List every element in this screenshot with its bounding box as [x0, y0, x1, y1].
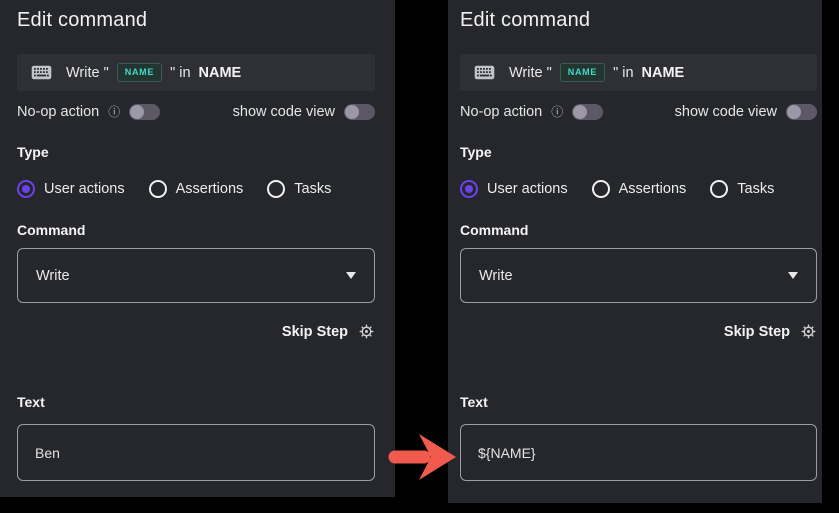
preview-target: NAME [199, 65, 242, 81]
info-icon: ⓘ [551, 106, 563, 118]
chevron-down-icon [346, 272, 356, 279]
type-radio-group: User actions Assertions Tasks [17, 180, 375, 198]
command-select-value: Write [479, 268, 513, 284]
command-label: Command [460, 222, 817, 239]
preview-text-after: " in [613, 65, 633, 81]
radio-option-user-actions[interactable]: User actions [460, 180, 568, 198]
codeview-toggle[interactable] [344, 104, 375, 120]
radio-selected-icon [460, 180, 478, 198]
codeview-toggle[interactable] [786, 104, 817, 120]
radio-option-assertions[interactable]: Assertions [149, 180, 244, 198]
radio-option-user-actions[interactable]: User actions [17, 180, 125, 198]
variable-badge: NAME [117, 63, 162, 82]
preview-text-before: Write " [66, 65, 109, 81]
gear-icon[interactable] [800, 323, 817, 340]
radio-label: Tasks [294, 181, 331, 197]
codeview-label: show code view [233, 104, 335, 120]
toggle-knob [345, 105, 359, 119]
radio-label: Assertions [619, 181, 687, 197]
codeview-group: show code view [675, 104, 817, 120]
radio-option-assertions[interactable]: Assertions [592, 180, 687, 198]
type-label: Type [460, 144, 817, 161]
toggle-knob [573, 105, 587, 119]
preview-text-after: " in [170, 65, 190, 81]
variable-badge: NAME [560, 63, 605, 82]
toggle-row: No-op action ⓘ show code view [17, 104, 375, 120]
keyboard-icon [474, 65, 495, 80]
panel-title: Edit command [460, 0, 817, 33]
command-select[interactable]: Write [17, 248, 375, 303]
panel-title: Edit command [17, 0, 375, 33]
radio-icon [149, 180, 167, 198]
text-label: Text [460, 394, 817, 411]
codeview-group: show code view [233, 104, 375, 120]
text-input[interactable] [17, 424, 375, 481]
noop-label: No-op action [17, 104, 99, 120]
chevron-down-icon [788, 272, 798, 279]
preview-target: NAME [642, 65, 685, 81]
noop-toggle[interactable] [129, 104, 160, 120]
keyboard-icon [31, 65, 52, 80]
skip-step-row: Skip Step [460, 323, 817, 340]
transform-arrow [386, 431, 458, 483]
info-icon: ⓘ [108, 106, 120, 118]
command-preview[interactable]: Write " NAME " in NAME [17, 54, 375, 91]
radio-icon [592, 180, 610, 198]
toggle-knob [787, 105, 801, 119]
radio-label: Tasks [737, 181, 774, 197]
preview-text-before: Write " [509, 65, 552, 81]
gear-icon[interactable] [358, 323, 375, 340]
command-label: Command [17, 222, 375, 239]
noop-group: No-op action ⓘ [460, 104, 603, 120]
skip-step-label: Skip Step [282, 324, 348, 340]
text-label: Text [17, 394, 375, 411]
radio-option-tasks[interactable]: Tasks [267, 180, 331, 198]
skip-step-row: Skip Step [17, 323, 375, 340]
command-select[interactable]: Write [460, 248, 817, 303]
radio-label: User actions [44, 181, 125, 197]
radio-option-tasks[interactable]: Tasks [710, 180, 774, 198]
skip-step-label: Skip Step [724, 324, 790, 340]
toggle-row: No-op action ⓘ show code view [460, 104, 817, 120]
text-input[interactable] [460, 424, 817, 481]
command-select-value: Write [36, 268, 70, 284]
noop-toggle[interactable] [572, 104, 603, 120]
type-label: Type [17, 144, 375, 161]
radio-icon [267, 180, 285, 198]
radio-icon [710, 180, 728, 198]
noop-group: No-op action ⓘ [17, 104, 160, 120]
radio-label: User actions [487, 181, 568, 197]
noop-label: No-op action [460, 104, 542, 120]
edit-command-panel-after: Edit command Write " NAME " in NAME No-o… [448, 0, 822, 503]
radio-selected-icon [17, 180, 35, 198]
toggle-knob [130, 105, 144, 119]
type-radio-group: User actions Assertions Tasks [460, 180, 817, 198]
codeview-label: show code view [675, 104, 777, 120]
command-preview[interactable]: Write " NAME " in NAME [460, 54, 817, 91]
comparison-canvas: Edit command Write " NAME " in NAME No-o… [0, 0, 839, 513]
edit-command-panel-before: Edit command Write " NAME " in NAME No-o… [0, 0, 395, 497]
radio-label: Assertions [176, 181, 244, 197]
